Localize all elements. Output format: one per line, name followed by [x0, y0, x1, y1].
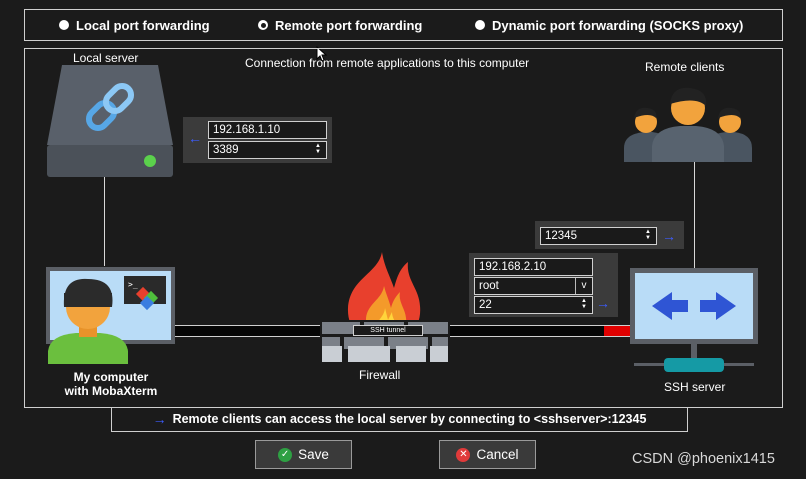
radio-dynamic-forwarding[interactable]: Dynamic port forwarding (SOCKS proxy): [475, 10, 743, 40]
spinner-arrows-icon[interactable]: ▲ ▼: [580, 298, 588, 310]
info-bar: → Remote clients can access the local se…: [111, 407, 688, 432]
ssh-host-input[interactable]: 192.168.2.10: [474, 258, 593, 276]
tunnel-endpoint: [604, 326, 631, 336]
arrow-left-icon: ←: [188, 130, 202, 146]
checkmark-icon: ✓: [278, 447, 293, 462]
connection-caption: Connection from remote applications to t…: [245, 56, 530, 70]
save-button[interactable]: ✓ Save: [255, 440, 352, 469]
local-host-input[interactable]: 192.168.1.10: [208, 121, 327, 139]
my-computer-label: My computer with MobaXterm: [64, 370, 158, 398]
local-server-label: Local server: [73, 51, 139, 65]
firewall-icon: [320, 252, 450, 365]
local-server-icon: [47, 65, 173, 177]
ssh-port-spinner[interactable]: 22 ▲ ▼: [474, 296, 593, 314]
radio-dot: [59, 20, 69, 30]
spinner-arrows-icon[interactable]: ▲ ▼: [314, 143, 322, 155]
ssh-user-combobox[interactable]: root v: [474, 277, 593, 295]
remote-clients-icon: [624, 87, 752, 162]
cancel-button[interactable]: ✕ Cancel: [439, 440, 536, 469]
dropdown-chevron-icon[interactable]: v: [575, 278, 592, 294]
watermark: CSDN @phoenix1415: [632, 451, 775, 467]
arrow-right-icon: →: [662, 228, 676, 244]
remote-port-spinner[interactable]: 12345 ▲ ▼: [540, 227, 657, 245]
ssh-tunnel-label: SSH tunnel: [353, 325, 423, 336]
arrow-right-icon: →: [596, 295, 610, 311]
forwarding-mode-group: Local port forwarding Remote port forwar…: [24, 9, 783, 41]
local-port-spinner[interactable]: 3389 ▲ ▼: [208, 141, 327, 159]
radio-dot: [475, 20, 485, 30]
firewall-label: Firewall: [359, 368, 401, 382]
radio-dot-selected: [258, 20, 268, 30]
radio-local-forwarding[interactable]: Local port forwarding: [59, 10, 210, 40]
connector-line: [104, 177, 105, 266]
ssh-server-label: SSH server: [664, 380, 726, 394]
arrow-right-icon: →: [152, 411, 167, 427]
svg-text:>_: >_: [128, 280, 138, 289]
connector-line: [694, 162, 695, 269]
ssh-server-icon: [630, 268, 758, 372]
my-computer-icon: >_: [46, 267, 175, 364]
radio-remote-forwarding[interactable]: Remote port forwarding: [258, 10, 422, 40]
remote-clients-label: Remote clients: [645, 60, 725, 74]
spinner-arrows-icon[interactable]: ▲ ▼: [644, 229, 652, 241]
close-icon: ✕: [456, 447, 471, 462]
